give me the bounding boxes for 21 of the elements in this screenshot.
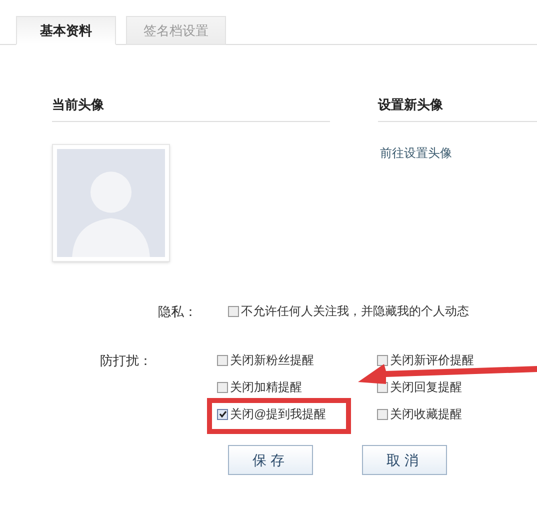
form-button[interactable]: 取消: [362, 445, 447, 475]
checkbox[interactable]: [217, 354, 228, 366]
form-button[interactable]: 保存: [228, 445, 313, 475]
checkbox-option[interactable]: 不允许任何人关注我，并隐藏我的个人动态: [228, 302, 469, 321]
check-icon: [218, 410, 226, 418]
checkbox[interactable]: [217, 408, 228, 420]
checkbox[interactable]: [377, 408, 388, 420]
set-avatar-link[interactable]: 前往设置头像: [380, 144, 452, 162]
checkbox-option[interactable]: 关闭收藏提醒: [377, 405, 462, 423]
checkbox-option[interactable]: 关闭新粉丝提醒: [217, 351, 314, 369]
checkbox-option[interactable]: 关闭@提到我提醒: [217, 405, 326, 423]
tab[interactable]: 基本资料: [16, 16, 116, 45]
checkbox[interactable]: [217, 382, 228, 392]
section-heading: 当前头像: [52, 95, 330, 122]
checkbox-option[interactable]: 关闭新评价提醒: [377, 351, 474, 369]
section-heading: 设置新头像: [378, 95, 537, 122]
checkbox[interactable]: [377, 354, 388, 366]
field-label: 防打扰：: [99, 352, 153, 370]
field-label: 隐私：: [157, 302, 198, 320]
checkbox-option[interactable]: 关闭加精提醒: [217, 378, 302, 396]
checkbox[interactable]: [228, 306, 239, 317]
